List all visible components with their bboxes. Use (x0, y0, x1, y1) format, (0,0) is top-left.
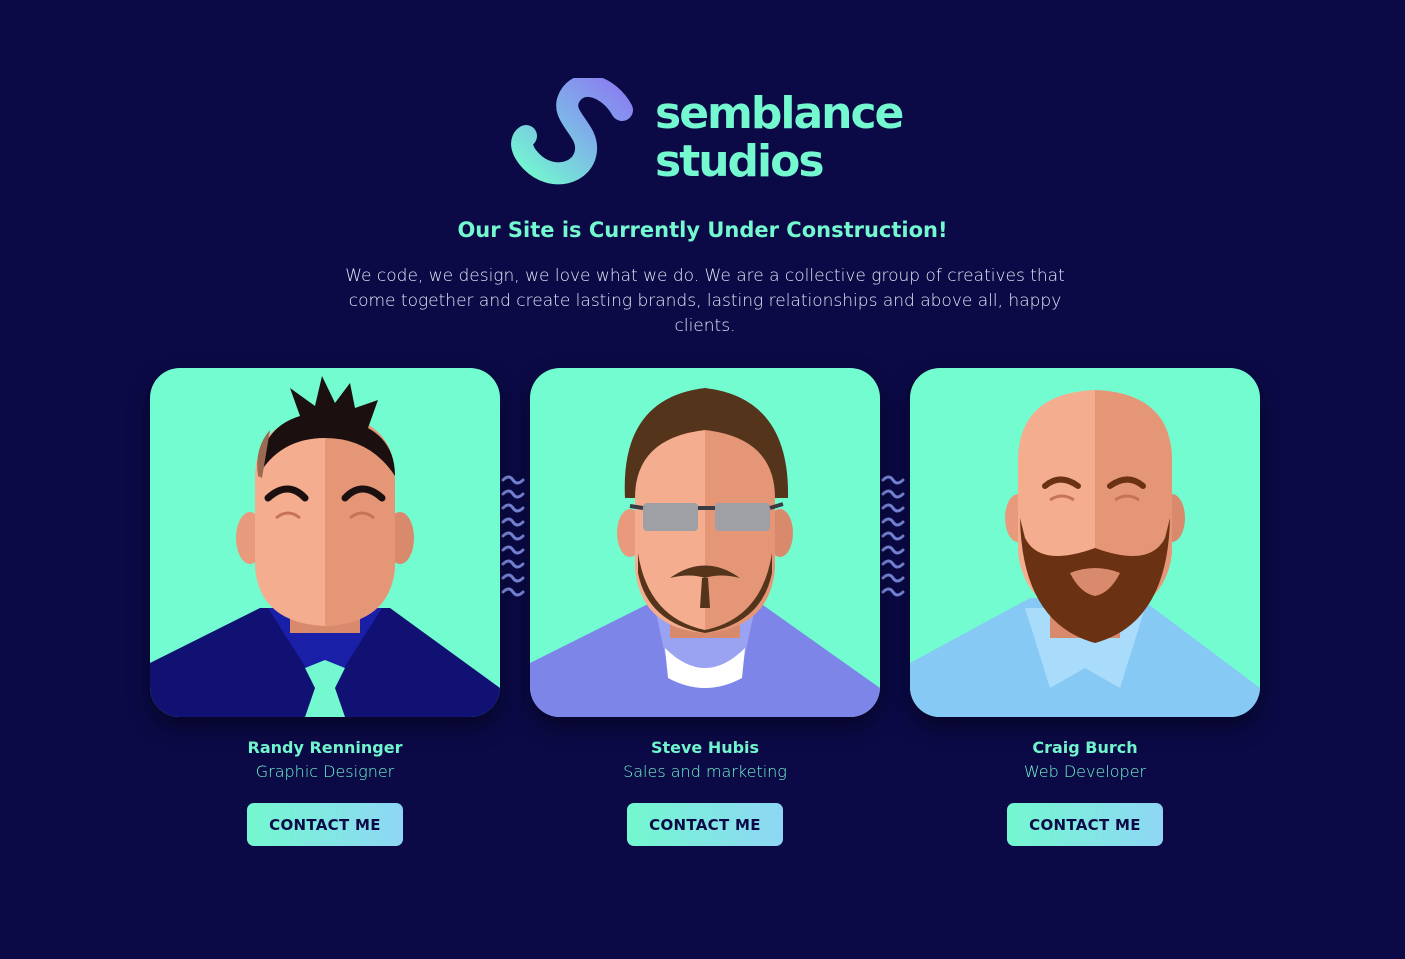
avatar-craig-icon (910, 368, 1260, 717)
team-name: Craig Burch (1032, 738, 1138, 757)
brand-line2: studios (655, 136, 825, 187)
contact-me-button[interactable]: CONTACT ME (1007, 803, 1163, 846)
team-card-steve: Steve Hubis Sales and marketing CONTACT … (530, 368, 880, 846)
intro-text: We code, we design, we love what we do. … (345, 266, 1065, 336)
brand-wordmark: semblance studios (655, 88, 904, 187)
page: semblance studios Our Site is Currently … (0, 0, 1405, 959)
wave-pattern-icon (501, 475, 525, 597)
team-name: Steve Hubis (650, 738, 760, 757)
page-headline: Our Site is Currently Under Construction… (457, 218, 948, 242)
wave-pattern-icon (881, 475, 905, 597)
team-name: Randy Renninger (247, 738, 403, 757)
team-role: Graphic Designer (255, 762, 395, 781)
logo-s-icon (511, 78, 633, 185)
team-role: Sales and marketing (623, 762, 787, 781)
avatar-randy-icon (150, 368, 500, 717)
avatar-steve-icon (530, 368, 880, 717)
team-card-randy: Randy Renninger Graphic Designer CONTACT… (150, 368, 500, 846)
brand-logo[interactable]: semblance studios (510, 78, 910, 188)
team-card-craig: Craig Burch Web Developer CONTACT ME (910, 368, 1260, 846)
contact-me-button[interactable]: CONTACT ME (627, 803, 783, 846)
team-role: Web Developer (1023, 762, 1147, 781)
contact-me-button[interactable]: CONTACT ME (247, 803, 403, 846)
brand-line1: semblance (655, 88, 904, 139)
